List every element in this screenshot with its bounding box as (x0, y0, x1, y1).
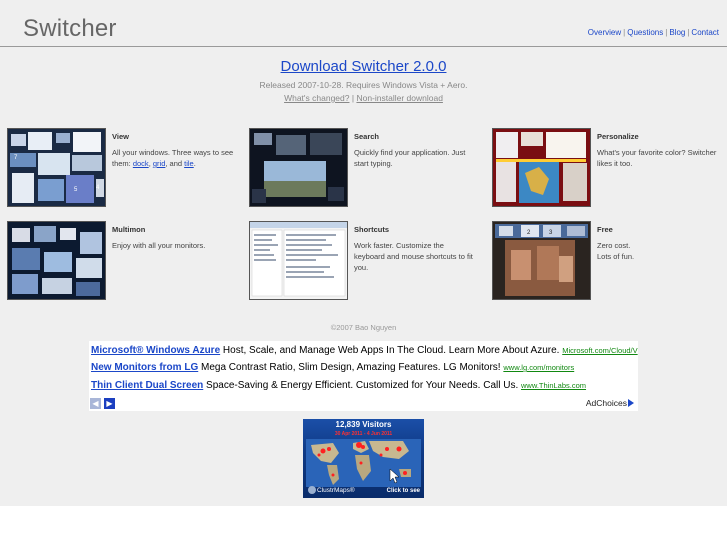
ad-url[interactable]: www.ThinLabs.com (521, 381, 586, 390)
feature-description: Zero cost. Lots of fun. (597, 241, 635, 261)
feature-description: What's your favorite color? Switcher lik… (597, 148, 717, 168)
ad-item[interactable]: Microsoft® Windows Azure Host, Scale, an… (91, 344, 638, 358)
ad-url[interactable]: www.lg.com/monitors (503, 363, 574, 372)
adchoices-label: AdChoices (585, 398, 627, 408)
feature-shortcuts: Shortcuts Work faster. Customize the key… (249, 221, 479, 301)
download-link[interactable]: Download Switcher 2.0.0 (0, 58, 727, 75)
text-separator: . (193, 159, 196, 168)
ad-text: Host, Scale, and Manage Web Apps In The … (220, 345, 563, 356)
ad-item[interactable]: New Monitors from LG Mega Contrast Ratio… (91, 361, 574, 375)
view-screenshot[interactable]: 7 5 4 (7, 128, 106, 207)
free-screenshot-image: 2 3 (493, 222, 590, 299)
feature-title: View (112, 132, 129, 141)
dock-link[interactable]: dock (133, 159, 149, 168)
search-screenshot[interactable] (249, 128, 348, 207)
multimon-screenshot-image (8, 222, 105, 299)
grid-link[interactable]: grid (153, 159, 166, 168)
site-logo[interactable]: Switcher (23, 15, 117, 43)
nav-contact[interactable]: Contact (691, 28, 719, 37)
link-separator: | (351, 93, 355, 103)
view-screenshot-image: 7 5 4 (8, 129, 105, 206)
free-screenshot[interactable]: 2 3 (492, 221, 591, 300)
feature-view: 7 5 4 View All your windows. Three ways … (7, 128, 237, 208)
ad-title[interactable]: New Monitors from LG (91, 362, 198, 373)
ad-block: Microsoft® Windows Azure Host, Scale, an… (89, 341, 638, 411)
nav-blog[interactable]: Blog (669, 28, 685, 37)
visitor-count: 12,839 Visitors (335, 420, 392, 429)
feature-description: Enjoy with all your monitors. (112, 241, 206, 250)
clustrmaps-widget[interactable]: 12,839 Visitors 30 Apr 2011 - 4 Jun 2011… (303, 419, 424, 498)
feature-multimon: Multimon Enjoy with all your monitors. (7, 221, 237, 301)
feature-title: Multimon (112, 225, 146, 234)
feature-title: Search (354, 132, 380, 141)
feature-description: Quickly find your application. Just star… (354, 148, 466, 168)
top-nav: Overview | Questions | Blog | Contact (588, 28, 719, 37)
text-separator: , and (165, 159, 185, 168)
ad-next-icon[interactable]: ▶ (104, 398, 115, 409)
tile-link[interactable]: tile (184, 159, 194, 168)
ad-prev-icon[interactable]: ◀ (90, 398, 101, 409)
feature-description: Work faster. Customize the keyboard and … (354, 241, 473, 272)
feature-free: 2 3 Free Zero cost. Lots of fun. (492, 221, 722, 301)
personalize-screenshot[interactable] (492, 128, 591, 207)
click-to-see[interactable]: Click to see (387, 488, 420, 494)
visitor-date-range: 30 Apr 2011 - 4 Jun 2011 (334, 431, 393, 437)
copyright: ©2007 Bao Nguyen (330, 323, 397, 332)
release-info: Released 2007-10-28. Requires Windows Vi… (259, 80, 468, 90)
feature-title: Shortcuts (354, 225, 390, 234)
search-screenshot-image (250, 129, 347, 206)
non-installer-link[interactable]: Non-installer download (356, 93, 442, 103)
ad-title[interactable]: Thin Client Dual Screen (91, 380, 203, 391)
feature-title: Personalize (597, 132, 639, 141)
whats-changed-link[interactable]: What's changed? (284, 93, 349, 103)
multimon-screenshot[interactable] (7, 221, 106, 300)
feature-description: All your windows. Three ways to see them… (112, 147, 234, 169)
personalize-screenshot-image (493, 129, 590, 206)
feature-personalize: Personalize What's your favorite color? … (492, 128, 722, 208)
ad-text: Space-Saving & Energy Efficient. Customi… (203, 380, 521, 391)
page-background: Switcher Overview | Questions | Blog | Contact… (0, 0, 727, 506)
clustrmaps-brand: ClustrMaps® (317, 487, 355, 494)
adchoices-link[interactable]: AdChoices (586, 398, 634, 408)
feature-search: Search Quickly find your application. Ju… (249, 128, 479, 208)
ad-text: Mega Contrast Ratio, Slim Design, Amazin… (198, 362, 504, 373)
shortcuts-screenshot-image (250, 222, 347, 299)
feature-title: Free (597, 225, 613, 234)
site-header: Switcher Overview | Questions | Blog | Contact (0, 0, 727, 47)
shortcuts-screenshot[interactable] (249, 221, 348, 300)
ad-title[interactable]: Microsoft® Windows Azure (91, 345, 220, 356)
ad-url[interactable]: Microsoft.com/Cloud/V (562, 346, 637, 355)
ad-item[interactable]: Thin Client Dual Screen Space-Saving & E… (91, 379, 586, 393)
nav-overview[interactable]: Overview (588, 28, 621, 37)
nav-questions[interactable]: Questions (627, 28, 663, 37)
adchoices-icon (628, 399, 634, 407)
release-links: What's changed? | Non-installer download (0, 93, 727, 103)
